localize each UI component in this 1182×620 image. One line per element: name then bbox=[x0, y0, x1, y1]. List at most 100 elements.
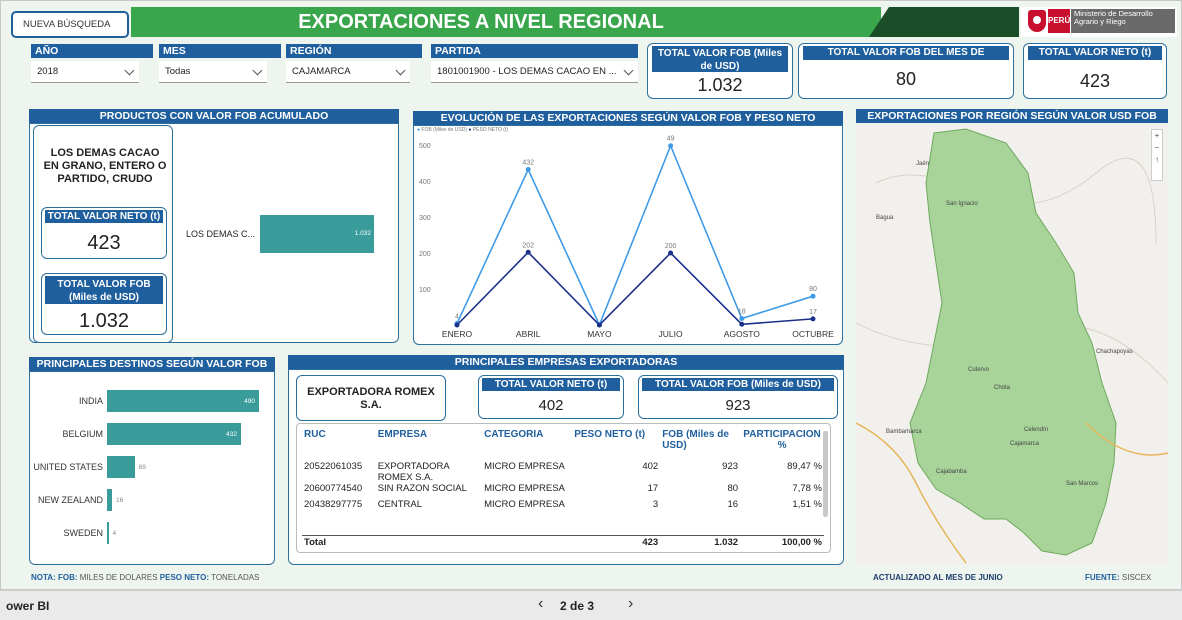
destination-value: 432 bbox=[226, 431, 237, 438]
ministry-name: Ministerio de Desarrollo Agrario y Riego bbox=[1071, 9, 1175, 33]
table-row[interactable]: 20600774540 SIN RAZON SOCIAL MICRO EMPRESA… bbox=[302, 483, 824, 499]
year-filter-label: AÑO bbox=[31, 44, 153, 58]
map-place-label: Celendín bbox=[1024, 427, 1049, 433]
source-key: FUENTE: bbox=[1085, 573, 1120, 582]
col-empresa[interactable]: EMPRESA bbox=[376, 429, 482, 461]
region-map[interactable]: Jaén San Ignacio Bagua Chachapoyas Cutervo Ch… bbox=[856, 123, 1168, 565]
series-line bbox=[456, 143, 814, 328]
data-point[interactable] bbox=[810, 293, 816, 299]
note-fob: MILES DE DOLARES bbox=[79, 573, 158, 582]
new-search-button[interactable]: NUEVA BÚSQUEDA bbox=[11, 11, 129, 38]
chevron-down-icon bbox=[252, 65, 263, 76]
destination-value: 4 bbox=[112, 530, 117, 537]
source-note: FUENTE: SISCEX bbox=[1085, 573, 1151, 582]
map-place-label: Bagua bbox=[876, 215, 894, 221]
destination-bar[interactable] bbox=[107, 522, 109, 544]
map-place-label: Cajabamba bbox=[936, 469, 967, 475]
table-row[interactable]: 20438297775 CENTRAL MICRO EMPRESA 3 16 1,51 % bbox=[302, 499, 824, 515]
data-point[interactable] bbox=[810, 316, 816, 322]
destination-label: BELGIUM bbox=[62, 429, 103, 439]
destination-value: 490 bbox=[244, 398, 255, 405]
y-tick-label: 200 bbox=[419, 251, 431, 258]
part-cell: 1,51 % bbox=[792, 499, 822, 510]
product-bar-label: LOS DEMAS C... bbox=[185, 229, 255, 239]
col-ruc[interactable]: RUC bbox=[302, 429, 376, 461]
ruc-cell: 20438297775 bbox=[304, 499, 363, 510]
next-page-icon[interactable]: › bbox=[628, 595, 633, 613]
destination-bar[interactable] bbox=[107, 489, 112, 511]
col-participacion[interactable]: PARTICIPACION % bbox=[740, 429, 824, 461]
categoria-cell: MICRO EMPRESA bbox=[484, 461, 565, 472]
data-point[interactable] bbox=[525, 249, 531, 255]
destination-value: 89 bbox=[138, 464, 146, 471]
region-filter-label: REGIÓN bbox=[286, 44, 422, 58]
categoria-cell: MICRO EMPRESA bbox=[484, 499, 565, 510]
companies-panel-title: PRINCIPALES EMPRESAS EXPORTADORAS bbox=[288, 355, 844, 369]
region-dropdown[interactable]: CAJAMARCA bbox=[286, 61, 410, 83]
map-place-label: San Marcos bbox=[1066, 481, 1099, 487]
data-point[interactable] bbox=[668, 143, 674, 149]
kpi-net-total: TOTAL VALOR NETO (t) 423 bbox=[1023, 43, 1167, 99]
data-point[interactable] bbox=[739, 321, 745, 327]
part-cell: 7,78 % bbox=[792, 483, 822, 494]
map-place-label: Cajamarca bbox=[1010, 441, 1040, 447]
company-fob-label: TOTAL VALOR FOB (Miles de USD) bbox=[642, 378, 834, 391]
total-fob: 1.032 bbox=[714, 537, 739, 548]
x-tick-label: OCTUBRE bbox=[792, 329, 834, 339]
note-peso-key: PESO NETO: bbox=[159, 573, 209, 582]
powerbi-statusbar: ower BI ‹ 2 de 3 › bbox=[0, 590, 1182, 620]
data-label: 18 bbox=[738, 309, 746, 316]
x-tick-label: ENERO bbox=[442, 329, 473, 339]
kpi-net-total-value: 423 bbox=[1079, 71, 1111, 91]
destination-value: 16 bbox=[115, 497, 124, 504]
col-peso[interactable]: PESO NETO (t) bbox=[572, 429, 660, 461]
top-company-name: EXPORTADORA ROMEX S.A. bbox=[307, 386, 435, 411]
month-filter-label: MES bbox=[159, 44, 281, 58]
data-point[interactable] bbox=[668, 250, 674, 256]
map-place-label: Jaén bbox=[916, 161, 930, 167]
total-label: Total bbox=[304, 537, 326, 548]
map-place-label: Chota bbox=[994, 385, 1011, 391]
data-label: 202 bbox=[522, 242, 534, 249]
peso-cell: 3 bbox=[652, 499, 659, 510]
product-net-value: 423 bbox=[87, 232, 121, 254]
data-point[interactable] bbox=[596, 322, 602, 328]
company-fob-value: 923 bbox=[725, 397, 751, 414]
kpi-fob-month: TOTAL VALOR FOB DEL MES DE OCTUBRE 80 bbox=[798, 43, 1014, 99]
kpi-fob-total-label: TOTAL VALOR FOB (Miles de USD) bbox=[652, 46, 788, 72]
chevron-down-icon bbox=[623, 65, 634, 76]
col-fob[interactable]: FOB (Miles de USD) bbox=[660, 429, 740, 461]
prev-page-icon[interactable]: ‹ bbox=[538, 595, 543, 613]
data-point[interactable] bbox=[525, 166, 531, 172]
partida-dropdown[interactable]: 1801001900 - LOS DEMAS CACAO EN ... bbox=[431, 61, 638, 83]
map-place-label: Cutervo bbox=[968, 367, 990, 373]
month-dropdown-value: Todas bbox=[165, 66, 191, 77]
company-net-value: 402 bbox=[538, 397, 564, 414]
data-label: 4 bbox=[455, 314, 459, 321]
total-divider bbox=[302, 535, 824, 536]
map-zoom-controls[interactable]: + − ↑ bbox=[1151, 129, 1163, 181]
x-tick-label: MAYO bbox=[587, 329, 612, 339]
col-categoria[interactable]: CATEGORIA bbox=[482, 429, 572, 461]
kpi-net-total-label: TOTAL VALOR NETO (t) bbox=[1028, 46, 1162, 60]
zoom-in-icon[interactable]: + bbox=[1152, 130, 1162, 142]
zoom-out-icon[interactable]: − bbox=[1152, 142, 1162, 154]
company-fob-card: TOTAL VALOR FOB (Miles de USD) 923 bbox=[638, 375, 838, 419]
kpi-fob-month-value: 80 bbox=[895, 69, 917, 89]
destination-bar[interactable] bbox=[107, 456, 135, 478]
data-label: 49 bbox=[667, 136, 675, 143]
data-label: 80 bbox=[809, 286, 817, 293]
table-row[interactable]: 20522061035 EXPORTADORA ROMEX S.A. MICRO E… bbox=[302, 461, 824, 483]
y-tick-label: 300 bbox=[419, 215, 431, 222]
month-dropdown[interactable]: Todas bbox=[159, 61, 267, 83]
companies-table: RUC EMPRESA CATEGORIA PESO NETO (t) FOB … bbox=[302, 429, 824, 515]
compass-icon[interactable]: ↑ bbox=[1152, 154, 1162, 166]
destination-label: INDIA bbox=[78, 396, 103, 406]
page-title: EXPORTACIONES A NIVEL REGIONAL bbox=[298, 11, 664, 33]
header-banner-dark bbox=[869, 7, 1019, 37]
table-scrollbar[interactable] bbox=[823, 431, 828, 517]
chevron-down-icon bbox=[124, 65, 135, 76]
data-point[interactable] bbox=[454, 322, 460, 328]
year-dropdown[interactable]: 2018 bbox=[31, 61, 139, 83]
data-point[interactable] bbox=[739, 316, 745, 322]
